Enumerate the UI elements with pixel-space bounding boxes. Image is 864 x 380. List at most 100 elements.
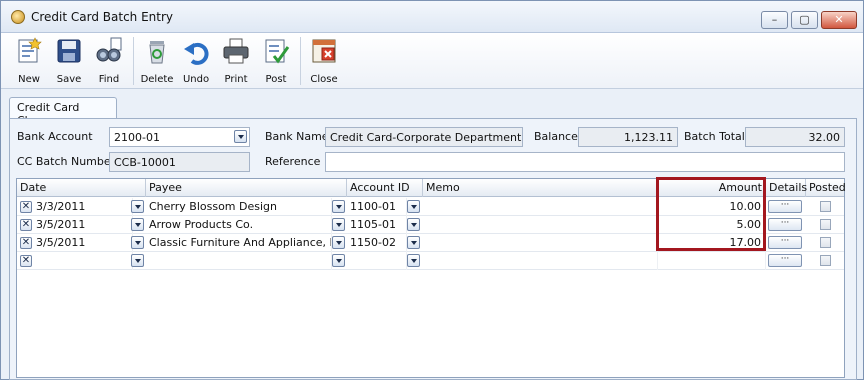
account-id-cell[interactable]: 1105-01 xyxy=(347,216,407,234)
reference-input[interactable] xyxy=(325,152,845,172)
new-document-icon xyxy=(18,37,42,63)
post-button[interactable]: Post xyxy=(256,35,296,87)
new-button[interactable]: New xyxy=(9,35,49,87)
chevron-down-icon[interactable] xyxy=(407,218,420,231)
reference-label: Reference xyxy=(265,155,321,168)
toolbar-separator xyxy=(133,37,134,85)
chevron-down-icon[interactable] xyxy=(131,254,144,267)
printer-icon xyxy=(223,38,249,64)
cc-batch-number-label: CC Batch Number xyxy=(17,155,116,168)
undo-button[interactable]: Undo xyxy=(176,35,216,87)
date-cell[interactable] xyxy=(33,252,133,270)
chevron-down-icon[interactable] xyxy=(131,218,144,231)
minimize-button[interactable]: – xyxy=(761,11,788,29)
payee-cell[interactable]: Cherry Blossom Design xyxy=(146,198,332,216)
bank-account-value: 2100-01 xyxy=(114,131,160,144)
payee-cell[interactable] xyxy=(146,252,332,270)
date-cell[interactable]: 3/3/2011 xyxy=(33,198,133,216)
memo-cell[interactable] xyxy=(423,252,658,270)
bank-name-value: Credit Card-Corporate Department xyxy=(330,131,522,144)
details-button[interactable]: ··· xyxy=(768,218,802,231)
save-button[interactable]: Save xyxy=(49,35,89,87)
recycle-bin-icon xyxy=(149,41,165,64)
balance-field: 1,123.11 xyxy=(578,127,678,147)
column-header-payee[interactable]: Payee xyxy=(146,179,347,197)
details-button[interactable]: ··· xyxy=(768,200,802,213)
amount-highlight-box xyxy=(656,177,766,251)
posted-checkbox[interactable] xyxy=(820,255,831,266)
delete-row-icon[interactable]: ✕ xyxy=(20,255,32,267)
date-cell[interactable]: 3/5/2011 xyxy=(33,234,133,252)
toolbar-separator xyxy=(300,37,301,85)
payee-cell[interactable]: Arrow Products Co. xyxy=(146,216,332,234)
posted-checkbox[interactable] xyxy=(820,219,831,230)
bank-name-label: Bank Name xyxy=(265,130,329,143)
delete-row-icon[interactable]: ✕ xyxy=(20,237,32,249)
posted-checkbox[interactable] xyxy=(820,237,831,248)
bank-account-label: Bank Account xyxy=(17,130,93,143)
batch-total-label: Batch Total xyxy=(684,130,745,143)
close-window-button[interactable]: ✕ xyxy=(821,11,857,29)
chevron-down-icon[interactable] xyxy=(407,236,420,249)
details-button[interactable]: ··· xyxy=(768,236,802,249)
balance-label: Balance xyxy=(534,130,578,143)
column-header-details[interactable]: Details xyxy=(766,179,807,197)
print-button[interactable]: Print xyxy=(216,35,256,87)
chevron-down-icon[interactable] xyxy=(407,200,420,213)
cc-batch-number-value: CCB-10001 xyxy=(114,156,176,169)
new-label: New xyxy=(18,74,40,85)
post-checkmark-icon xyxy=(265,39,290,64)
delete-label: Delete xyxy=(140,74,174,85)
chevron-down-icon[interactable] xyxy=(332,254,345,267)
close-button[interactable]: Close xyxy=(304,35,344,87)
column-header-memo[interactable]: Memo xyxy=(423,179,658,197)
toolbar: New Save Find Delete Undo Print Post Clo… xyxy=(1,33,863,89)
account-id-cell[interactable]: 1100-01 xyxy=(347,198,407,216)
bank-account-select[interactable]: 2100-01 xyxy=(109,127,250,147)
posted-checkbox[interactable] xyxy=(820,201,831,212)
chevron-down-icon[interactable] xyxy=(332,236,345,249)
delete-row-icon[interactable]: ✕ xyxy=(20,201,32,213)
undo-arrow-icon xyxy=(184,42,209,65)
chevron-down-icon[interactable] xyxy=(234,130,247,143)
column-header-posted[interactable]: Posted xyxy=(806,179,846,197)
bank-name-field: Credit Card-Corporate Department xyxy=(325,127,523,147)
table-row-new[interactable]: ✕ ··· xyxy=(17,252,844,270)
memo-cell[interactable] xyxy=(423,198,658,216)
undo-label: Undo xyxy=(182,74,210,85)
chevron-down-icon[interactable] xyxy=(332,218,345,231)
chevron-down-icon[interactable] xyxy=(131,236,144,249)
find-button[interactable]: Find xyxy=(89,35,129,87)
account-id-cell[interactable] xyxy=(347,252,407,270)
batch-total-value: 32.00 xyxy=(808,131,841,144)
date-cell[interactable]: 3/5/2011 xyxy=(33,216,133,234)
payee-cell[interactable]: Classic Furniture And Appliance, Inc. xyxy=(146,234,332,252)
column-header-account-id[interactable]: Account ID xyxy=(347,179,423,197)
save-label: Save xyxy=(56,74,82,85)
amount-cell[interactable] xyxy=(658,252,766,270)
binoculars-icon xyxy=(96,37,122,62)
account-id-cell[interactable]: 1150-02 xyxy=(347,234,407,252)
post-label: Post xyxy=(265,74,287,85)
delete-row-icon[interactable]: ✕ xyxy=(20,219,32,231)
memo-cell[interactable] xyxy=(423,216,658,234)
batch-total-field: 32.00 xyxy=(745,127,845,147)
maximize-button[interactable]: ▢ xyxy=(791,11,818,29)
cc-batch-number-field[interactable]: CCB-10001 xyxy=(109,152,250,172)
chevron-down-icon[interactable] xyxy=(332,200,345,213)
chevron-down-icon[interactable] xyxy=(131,200,144,213)
app-icon xyxy=(11,10,25,24)
column-header-date[interactable]: Date xyxy=(17,179,146,197)
tab-credit-card-charges[interactable]: Credit Card Charges xyxy=(9,97,117,127)
details-button[interactable]: ··· xyxy=(768,254,802,267)
title-bar: Credit Card Batch Entry – ▢ ✕ xyxy=(1,1,863,33)
chevron-down-icon[interactable] xyxy=(407,254,420,267)
print-label: Print xyxy=(224,74,248,85)
delete-button[interactable]: Delete xyxy=(137,35,177,87)
close-window-icon xyxy=(312,39,336,63)
balance-value: 1,123.11 xyxy=(624,131,673,144)
close-label: Close xyxy=(310,74,338,85)
find-label: Find xyxy=(98,74,120,85)
window-title: Credit Card Batch Entry xyxy=(31,10,174,24)
memo-cell[interactable] xyxy=(423,234,658,252)
